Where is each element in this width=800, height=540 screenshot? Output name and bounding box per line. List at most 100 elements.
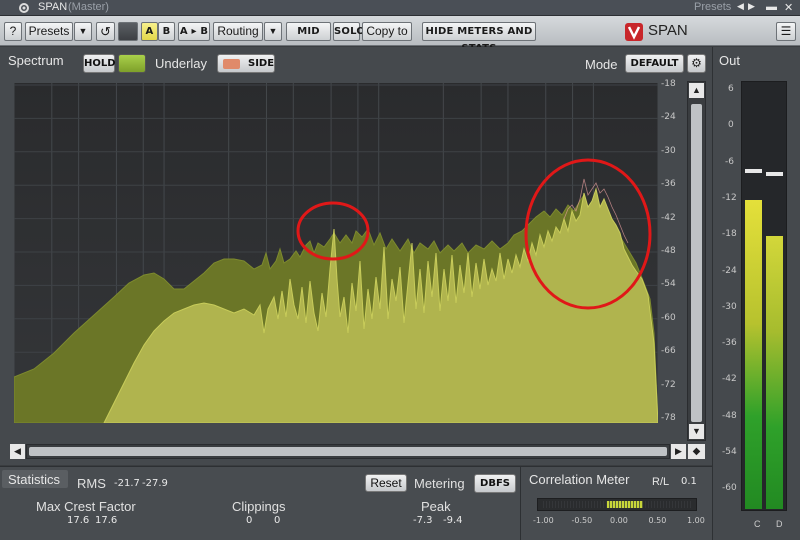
titlebar-presets[interactable]: Presets — [694, 1, 731, 13]
out-scale-label: -24 — [722, 265, 737, 276]
mode-label: Mode — [585, 57, 618, 72]
correlation-scale-label: 0.00 — [610, 516, 628, 525]
rl-value: 0.1 — [681, 476, 697, 487]
correlation-bar — [537, 498, 697, 511]
y-tick-label: -66 — [661, 346, 676, 357]
presets-button[interactable]: Presets — [25, 22, 73, 41]
vertical-scrollbar[interactable]: ▲ ▼ — [687, 81, 706, 441]
right-channel-bar — [766, 235, 783, 509]
rms-left-value: -21.7 — [114, 478, 140, 489]
close-icon[interactable]: ✕ — [784, 1, 793, 14]
spectrum-title: Spectrum — [8, 53, 64, 68]
vertical-scroll-thumb[interactable] — [691, 104, 702, 422]
out-scale-label: -36 — [722, 338, 737, 349]
preset-prev-icon[interactable]: ◀ — [737, 1, 744, 12]
correlation-scale-label: 1.00 — [687, 516, 705, 525]
y-tick-label: -18 — [661, 79, 676, 89]
out-scale-label: 0 — [728, 120, 734, 131]
out-scale-label: -18 — [722, 229, 737, 240]
scroll-up-icon[interactable]: ▲ — [689, 83, 704, 98]
crest-right-value: 17.6 — [95, 515, 118, 526]
window-subtitle: (Master) — [68, 1, 109, 13]
y-tick-label: -60 — [661, 312, 676, 323]
out-scale-label: -42 — [722, 374, 737, 385]
hold-button[interactable]: HOLD — [83, 54, 116, 73]
help-button[interactable]: ? — [4, 22, 22, 41]
a-button[interactable]: A — [141, 22, 158, 41]
menu-icon[interactable]: ☰ — [776, 22, 796, 41]
routing-dropdown-icon[interactable]: ▼ — [264, 22, 282, 41]
channel-label-d: D — [776, 519, 783, 529]
peak-label: Peak — [421, 499, 451, 514]
y-tick-label: -78 — [661, 413, 676, 423]
y-tick-label: -72 — [661, 379, 676, 390]
preset-next-icon[interactable]: ▶ — [748, 1, 755, 12]
gear-icon[interactable] — [18, 2, 30, 14]
channel-label-c: C — [754, 519, 761, 529]
clippings-right-value: 0 — [274, 515, 281, 526]
horizontal-scroll-thumb[interactable] — [29, 447, 667, 456]
b-button[interactable]: B — [158, 22, 175, 41]
undo-icon[interactable]: ↺ — [96, 22, 115, 41]
hide-meters-button[interactable]: HIDE METERS AND STATS — [422, 22, 536, 54]
rms-right-value: -27.9 — [142, 478, 168, 489]
y-tick-label: -30 — [661, 145, 676, 156]
presets-dropdown-icon[interactable]: ▼ — [74, 22, 92, 41]
pin-icon[interactable]: ▬ — [766, 1, 777, 13]
spectrum-panel: Spectrum HOLD Underlay SIDE Mode DEFAULT… — [0, 47, 712, 488]
scroll-left-icon[interactable]: ◀ — [10, 444, 25, 459]
metering-dropdown[interactable]: DBFS — [474, 474, 516, 493]
side-color-swatch — [223, 59, 240, 69]
mode-dropdown[interactable]: DEFAULT — [625, 54, 684, 73]
peak-left-value: -7.3 — [413, 515, 433, 526]
spectrum-plot — [14, 83, 658, 423]
y-tick-label: -42 — [661, 212, 676, 223]
settings-gear-icon[interactable]: ⚙ — [687, 54, 706, 73]
out-scale-label: -54 — [722, 447, 737, 457]
out-scale-label: -48 — [722, 410, 737, 421]
rl-label: R/L — [652, 476, 670, 488]
a-to-b-button[interactable]: A ▸ B — [178, 22, 210, 41]
left-channel-bar — [745, 199, 762, 509]
statistics-panel: Statistics RMS -21.7 -27.9 Reset Meterin… — [0, 466, 520, 540]
reset-button[interactable]: Reset — [365, 474, 407, 492]
output-meter — [741, 81, 787, 511]
y-tick-label: -48 — [661, 246, 676, 256]
y-tick-label: -54 — [661, 279, 676, 290]
reset-view-icon[interactable]: ◆ — [688, 444, 705, 459]
side-label: SIDE — [248, 58, 275, 69]
out-scale-label: -30 — [722, 301, 737, 312]
y-tick-label: -24 — [661, 112, 676, 123]
window-title: SPAN — [38, 1, 68, 13]
toolbar: ? Presets ▼ ↺ A B A ▸ B Routing ▼ MID SO… — [0, 16, 800, 54]
correlation-scale-label: -1.00 — [533, 516, 554, 525]
left-peak-marker — [745, 169, 762, 174]
routing-button[interactable]: Routing — [213, 22, 263, 41]
clippings-left-value: 0 — [246, 515, 253, 526]
out-scale-label: 6 — [728, 84, 734, 94]
rms-label: RMS — [77, 476, 106, 491]
horizontal-scrollbar[interactable] — [26, 444, 670, 459]
out-scale-label: -12 — [722, 192, 737, 203]
redo-button[interactable] — [118, 22, 138, 41]
statistics-tab[interactable]: Statistics — [2, 470, 68, 488]
clippings-label: Clippings — [232, 499, 286, 514]
metering-label: Metering — [414, 476, 465, 491]
y-tick-label: -36 — [661, 179, 676, 190]
correlation-scale-label: 0.50 — [648, 516, 667, 525]
right-peak-marker — [766, 172, 783, 177]
correlation-scale-label: -0.50 — [571, 516, 593, 525]
statistics-title: Statistics — [8, 472, 61, 487]
voxengo-logo-icon — [625, 23, 643, 41]
correlation-track — [541, 501, 693, 508]
copy-to-button[interactable]: Copy to — [362, 22, 412, 41]
title-bar: SPAN (Master) Presets ◀ ▶ ▬ ✕ — [0, 0, 800, 16]
hold-color-swatch[interactable] — [118, 54, 146, 73]
underlay-label: Underlay — [155, 56, 208, 71]
out-title: Out — [719, 53, 740, 68]
scroll-down-icon[interactable]: ▼ — [689, 424, 704, 439]
scroll-right-icon[interactable]: ▶ — [671, 444, 686, 459]
mid-button[interactable]: MID — [286, 22, 331, 41]
side-button[interactable]: SIDE — [217, 54, 275, 73]
solo-button[interactable]: SOLO — [333, 22, 365, 41]
